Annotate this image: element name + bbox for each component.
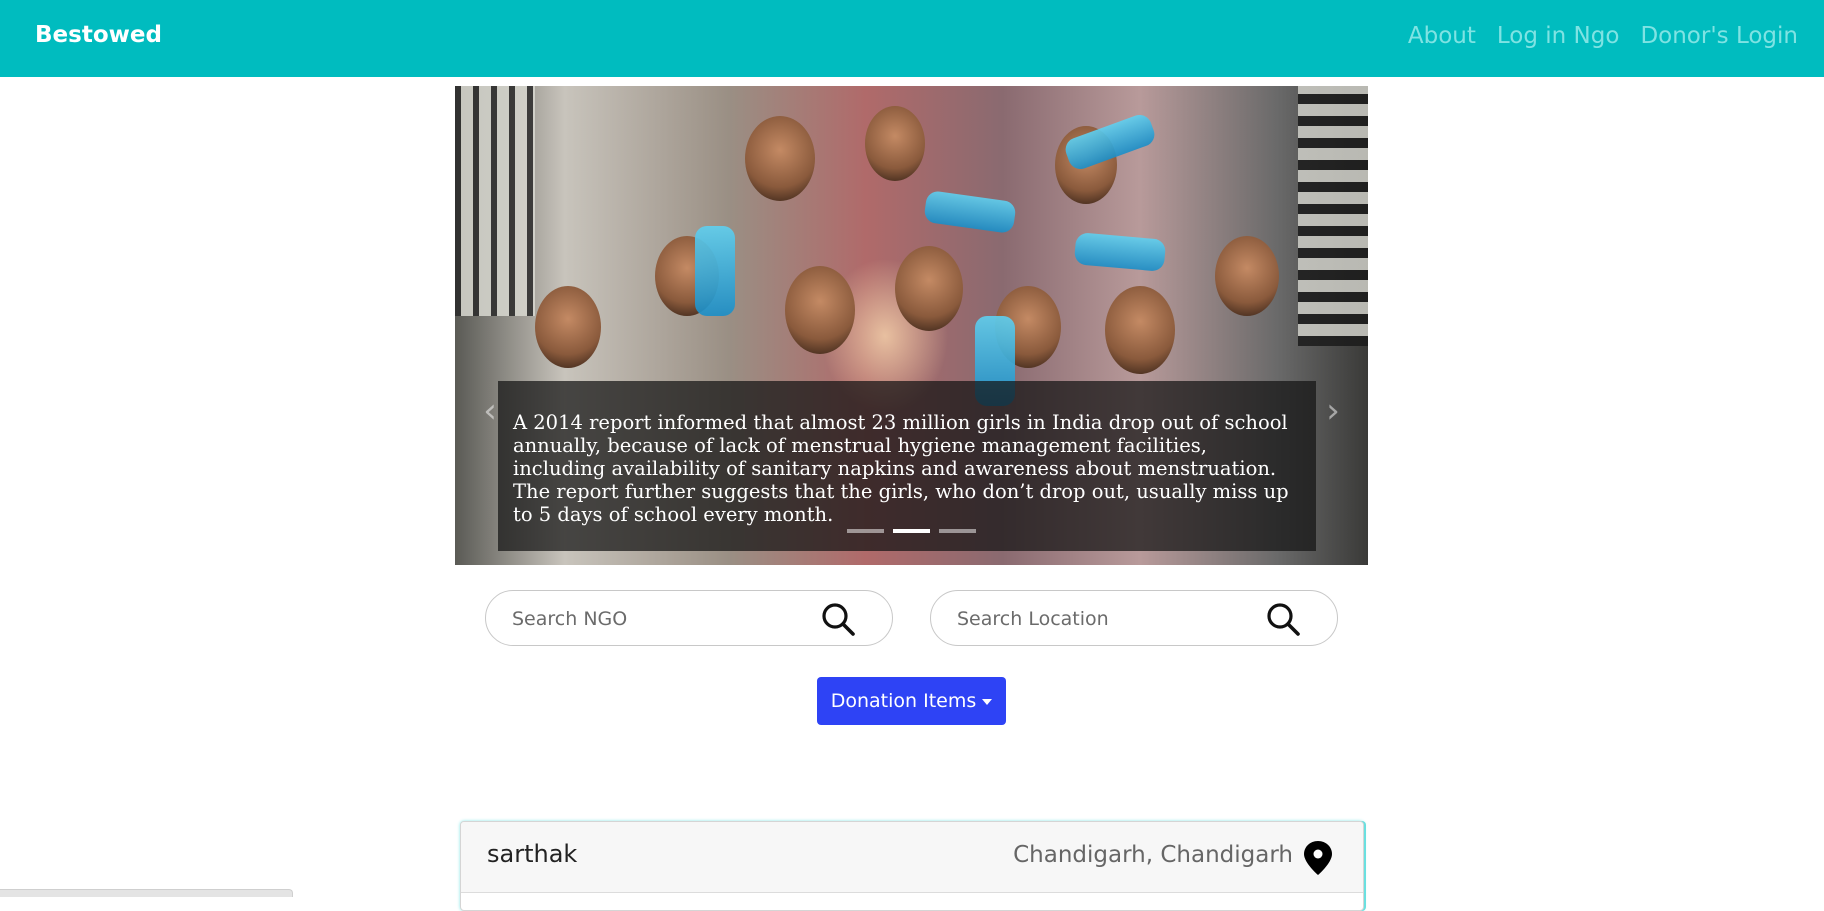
photo-pad xyxy=(923,189,1017,235)
browser-status-bar xyxy=(0,889,293,897)
carousel-indicator-1[interactable] xyxy=(847,529,884,533)
search-location-box xyxy=(930,590,1338,646)
nav-link-donor-login[interactable]: Donor's Login xyxy=(1640,23,1798,49)
dropdown-label: Donation Items xyxy=(830,690,977,712)
caption-text: A 2014 report informed that almost 23 mi… xyxy=(513,411,1289,526)
search-ngo-input[interactable] xyxy=(512,605,812,633)
nav-link-about[interactable]: About xyxy=(1408,23,1476,49)
photo-face xyxy=(1105,286,1175,374)
photo-window-left xyxy=(455,86,535,316)
photo-window-right xyxy=(1298,86,1368,346)
ngo-name: sarthak xyxy=(487,840,578,868)
donation-items-dropdown[interactable]: Donation Items xyxy=(817,677,1006,725)
ngo-location: Chandigarh, Chandigarh xyxy=(1013,842,1293,868)
carousel-indicator-3[interactable] xyxy=(939,529,976,533)
search-icon[interactable] xyxy=(820,601,856,637)
search-location-input[interactable] xyxy=(957,605,1257,633)
photo-pad xyxy=(695,226,735,316)
brand-logo[interactable]: Bestowed xyxy=(35,22,162,48)
carousel-caption: A 2014 report informed that almost 23 mi… xyxy=(498,381,1316,551)
ngo-card[interactable]: sarthak Chandigarh, Chandigarh xyxy=(460,821,1364,911)
photo-face xyxy=(535,286,601,368)
photo-pad xyxy=(1073,232,1167,272)
photo-face xyxy=(865,106,925,181)
location-pin-icon xyxy=(1304,841,1332,875)
photo-face xyxy=(1215,236,1279,316)
search-ngo-box xyxy=(485,590,893,646)
nav-links: About Log in Ngo Donor's Login xyxy=(1408,23,1798,49)
photo-face xyxy=(895,246,963,331)
nav-link-ngo-login[interactable]: Log in Ngo xyxy=(1497,23,1620,49)
photo-face xyxy=(745,116,815,201)
carousel-indicators xyxy=(847,529,976,533)
photo-face xyxy=(785,266,855,354)
top-navbar: Bestowed About Log in Ngo Donor's Login xyxy=(0,0,1824,77)
hero-carousel: ‹ › A 2014 report informed that almost 2… xyxy=(455,86,1368,565)
search-icon[interactable] xyxy=(1265,601,1301,637)
carousel-indicator-2[interactable] xyxy=(893,529,930,533)
ngo-card-header: sarthak Chandigarh, Chandigarh xyxy=(461,822,1363,893)
carousel-next-button[interactable]: › xyxy=(1318,391,1348,431)
caret-down-icon xyxy=(982,698,993,705)
